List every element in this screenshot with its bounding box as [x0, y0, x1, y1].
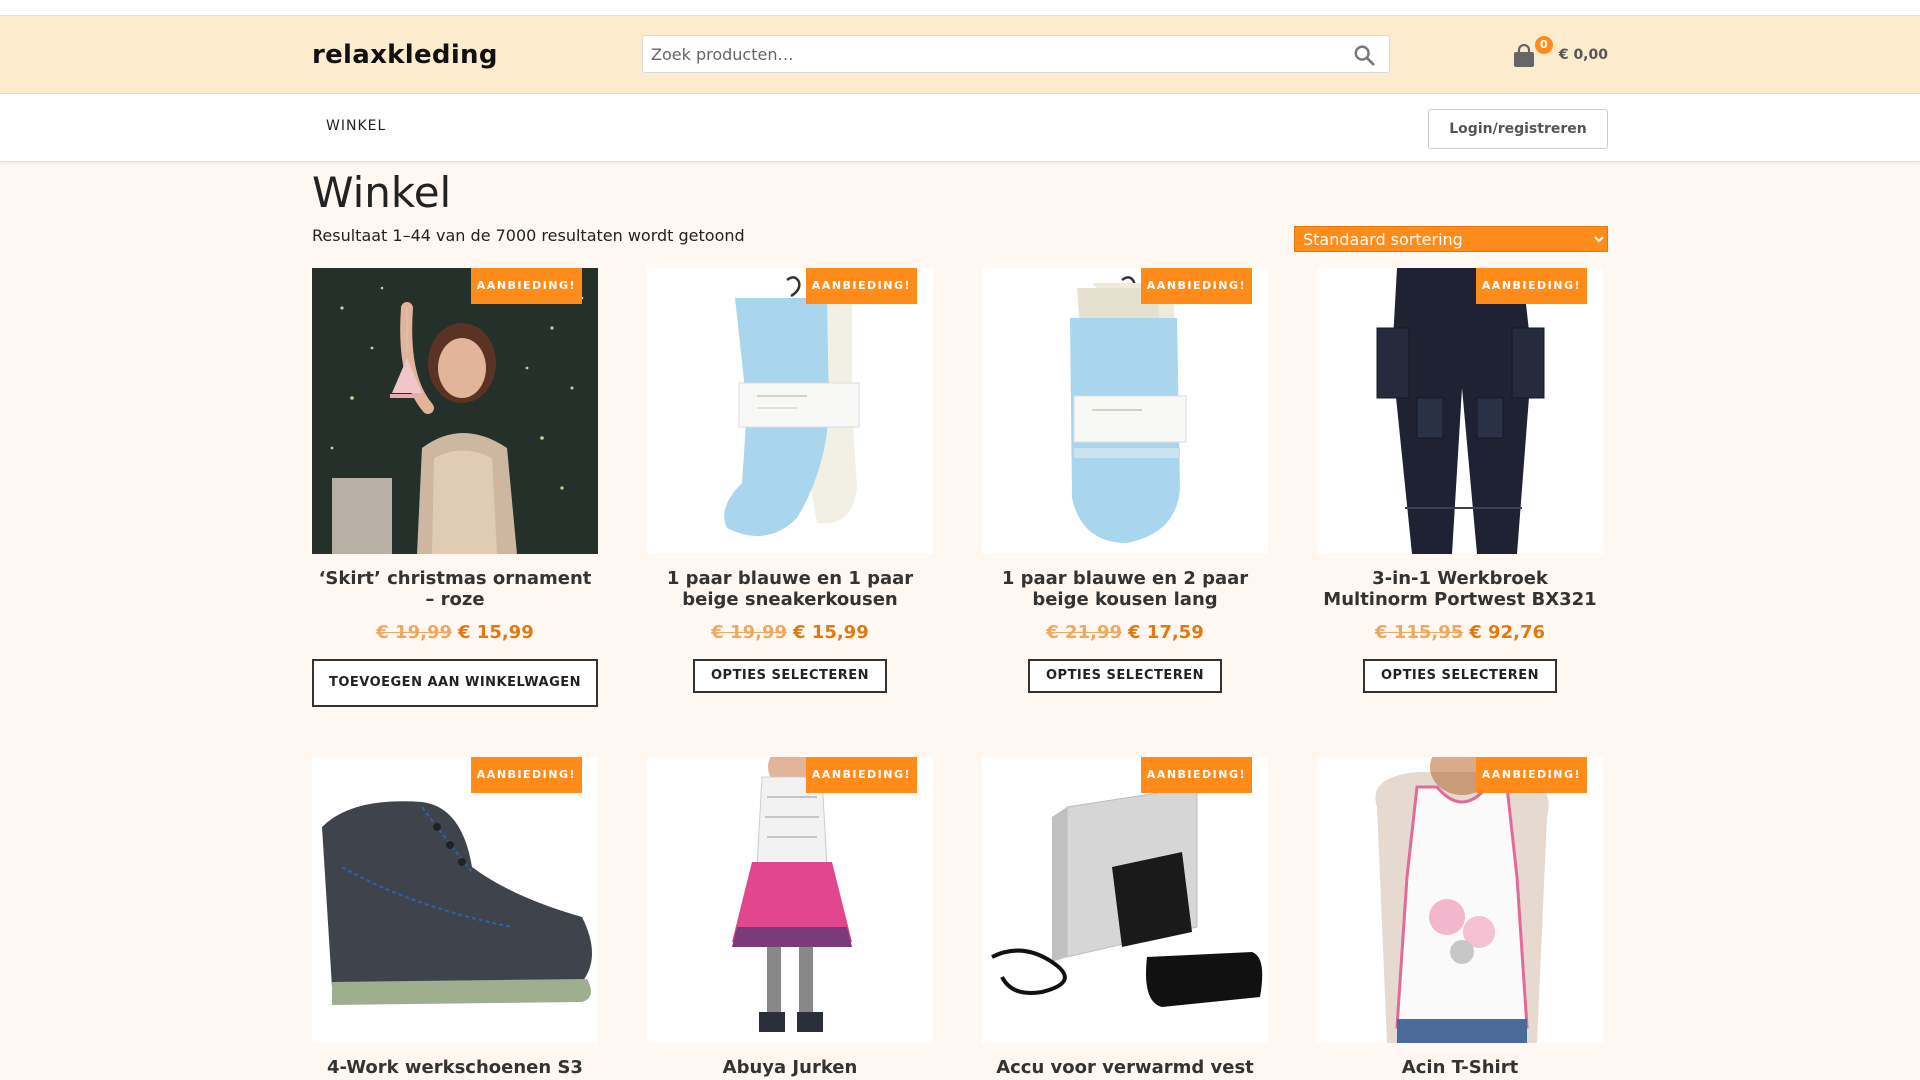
- top-strip: [0, 0, 1920, 16]
- product-name[interactable]: Accu voor verwarmd vest DIP: [982, 1057, 1268, 1080]
- old-price: € 19,99: [376, 622, 452, 643]
- product-card[interactable]: AANBIEDING! 1 paar blauwe en 1 paar beig…: [647, 268, 933, 693]
- site-brand[interactable]: relaxkleding: [312, 40, 498, 70]
- work-shoe-photo: [312, 757, 598, 1043]
- page-title: Winkel: [312, 168, 452, 217]
- shopping-bag-icon[interactable]: 0: [1513, 36, 1553, 68]
- product-search: [642, 35, 1390, 73]
- power-bank-photo: [982, 757, 1268, 1043]
- socks-photo: [647, 268, 933, 554]
- sale-price: € 92,76: [1469, 622, 1545, 643]
- product-image[interactable]: AANBIEDING!: [1317, 757, 1603, 1043]
- sort-dropdown[interactable]: Standaard sortering: [1294, 226, 1608, 252]
- sale-badge: AANBIEDING!: [470, 268, 582, 304]
- main-navigation: WINKEL Login/registreren: [0, 94, 1920, 162]
- product-card[interactable]: AANBIEDING! Accu voor verwarmd vest DIP: [982, 757, 1268, 1080]
- sale-badge: AANBIEDING!: [805, 268, 917, 304]
- sale-price: € 15,99: [793, 622, 869, 643]
- product-image[interactable]: AANBIEDING!: [982, 757, 1268, 1043]
- product-name[interactable]: 4-Work werkschoenen S3 4W06: [312, 1057, 598, 1080]
- cart-count-badge: 0: [1534, 36, 1553, 54]
- product-image[interactable]: AANBIEDING!: [647, 268, 933, 554]
- product-card[interactable]: AANBIEDING! 1 paar blauwe en 2 paar beig…: [982, 268, 1268, 693]
- login-register-button[interactable]: Login/registreren: [1428, 109, 1608, 149]
- select-options-button[interactable]: OPTIES SELECTEREN: [1362, 659, 1558, 693]
- product-price: € 115,95 € 92,76: [1317, 622, 1603, 643]
- christmas-ornament-photo: [312, 268, 598, 554]
- product-image[interactable]: AANBIEDING!: [312, 757, 598, 1043]
- search-icon[interactable]: [1353, 44, 1375, 66]
- product-name[interactable]: 1 paar blauwe en 2 paar beige kousen lan…: [982, 568, 1268, 610]
- add-to-cart-button[interactable]: TOEVOEGEN AAN WINKELWAGEN: [312, 659, 598, 707]
- result-count: Resultaat 1–44 van de 7000 resultaten wo…: [312, 226, 745, 245]
- product-price: € 19,99 € 15,99: [647, 622, 933, 643]
- product-card[interactable]: AANBIEDING! Acin T-Shirt: [1317, 757, 1603, 1080]
- select-options-button[interactable]: OPTIES SELECTEREN: [1027, 659, 1223, 693]
- product-name[interactable]: Acin T-Shirt: [1317, 1057, 1603, 1080]
- search-input[interactable]: [643, 36, 1323, 72]
- product-card[interactable]: AANBIEDING! Abuya Jurken: [647, 757, 933, 1080]
- product-price: € 19,99 € 15,99: [312, 622, 598, 643]
- product-card[interactable]: AANBIEDING! 3-in-1 Werkbroek Multinorm P…: [1317, 268, 1603, 693]
- product-image[interactable]: AANBIEDING!: [312, 268, 598, 554]
- tshirt-photo: [1317, 757, 1603, 1043]
- old-price: € 21,99: [1046, 622, 1122, 643]
- girls-dress-photo: [647, 757, 933, 1043]
- mini-cart[interactable]: 0 € 0,00: [1513, 36, 1608, 70]
- sale-badge: AANBIEDING!: [1140, 757, 1252, 793]
- site-header: relaxkleding 0 € 0,00: [0, 16, 1920, 94]
- sale-price: € 17,59: [1128, 622, 1204, 643]
- product-image[interactable]: AANBIEDING!: [982, 268, 1268, 554]
- sale-price: € 15,99: [458, 622, 534, 643]
- nav-item-winkel[interactable]: WINKEL: [326, 118, 386, 134]
- product-price: € 21,99 € 17,59: [982, 622, 1268, 643]
- product-card[interactable]: AANBIEDING! 4-Work werkschoenen S3 4W06: [312, 757, 598, 1080]
- product-card[interactable]: AANBIEDING! ‘Skirt’ christmas ornament –…: [312, 268, 598, 707]
- product-name[interactable]: 1 paar blauwe en 1 paar beige sneakerkou…: [647, 568, 933, 610]
- product-name[interactable]: Abuya Jurken: [647, 1057, 933, 1080]
- work-trousers-photo: [1317, 268, 1603, 554]
- select-options-button[interactable]: OPTIES SELECTEREN: [692, 659, 888, 693]
- sale-badge: AANBIEDING!: [1475, 268, 1587, 304]
- long-socks-photo: [982, 268, 1268, 554]
- old-price: € 115,95: [1375, 622, 1464, 643]
- product-name[interactable]: ‘Skirt’ christmas ornament – roze: [312, 568, 598, 610]
- old-price: € 19,99: [711, 622, 787, 643]
- sale-badge: AANBIEDING!: [1475, 757, 1587, 793]
- product-image[interactable]: AANBIEDING!: [647, 757, 933, 1043]
- sale-badge: AANBIEDING!: [805, 757, 917, 793]
- sale-badge: AANBIEDING!: [1140, 268, 1252, 304]
- product-image[interactable]: AANBIEDING!: [1317, 268, 1603, 554]
- cart-total[interactable]: € 0,00: [1559, 47, 1608, 63]
- sale-badge: AANBIEDING!: [470, 757, 582, 793]
- product-name[interactable]: 3-in-1 Werkbroek Multinorm Portwest BX32…: [1317, 568, 1603, 610]
